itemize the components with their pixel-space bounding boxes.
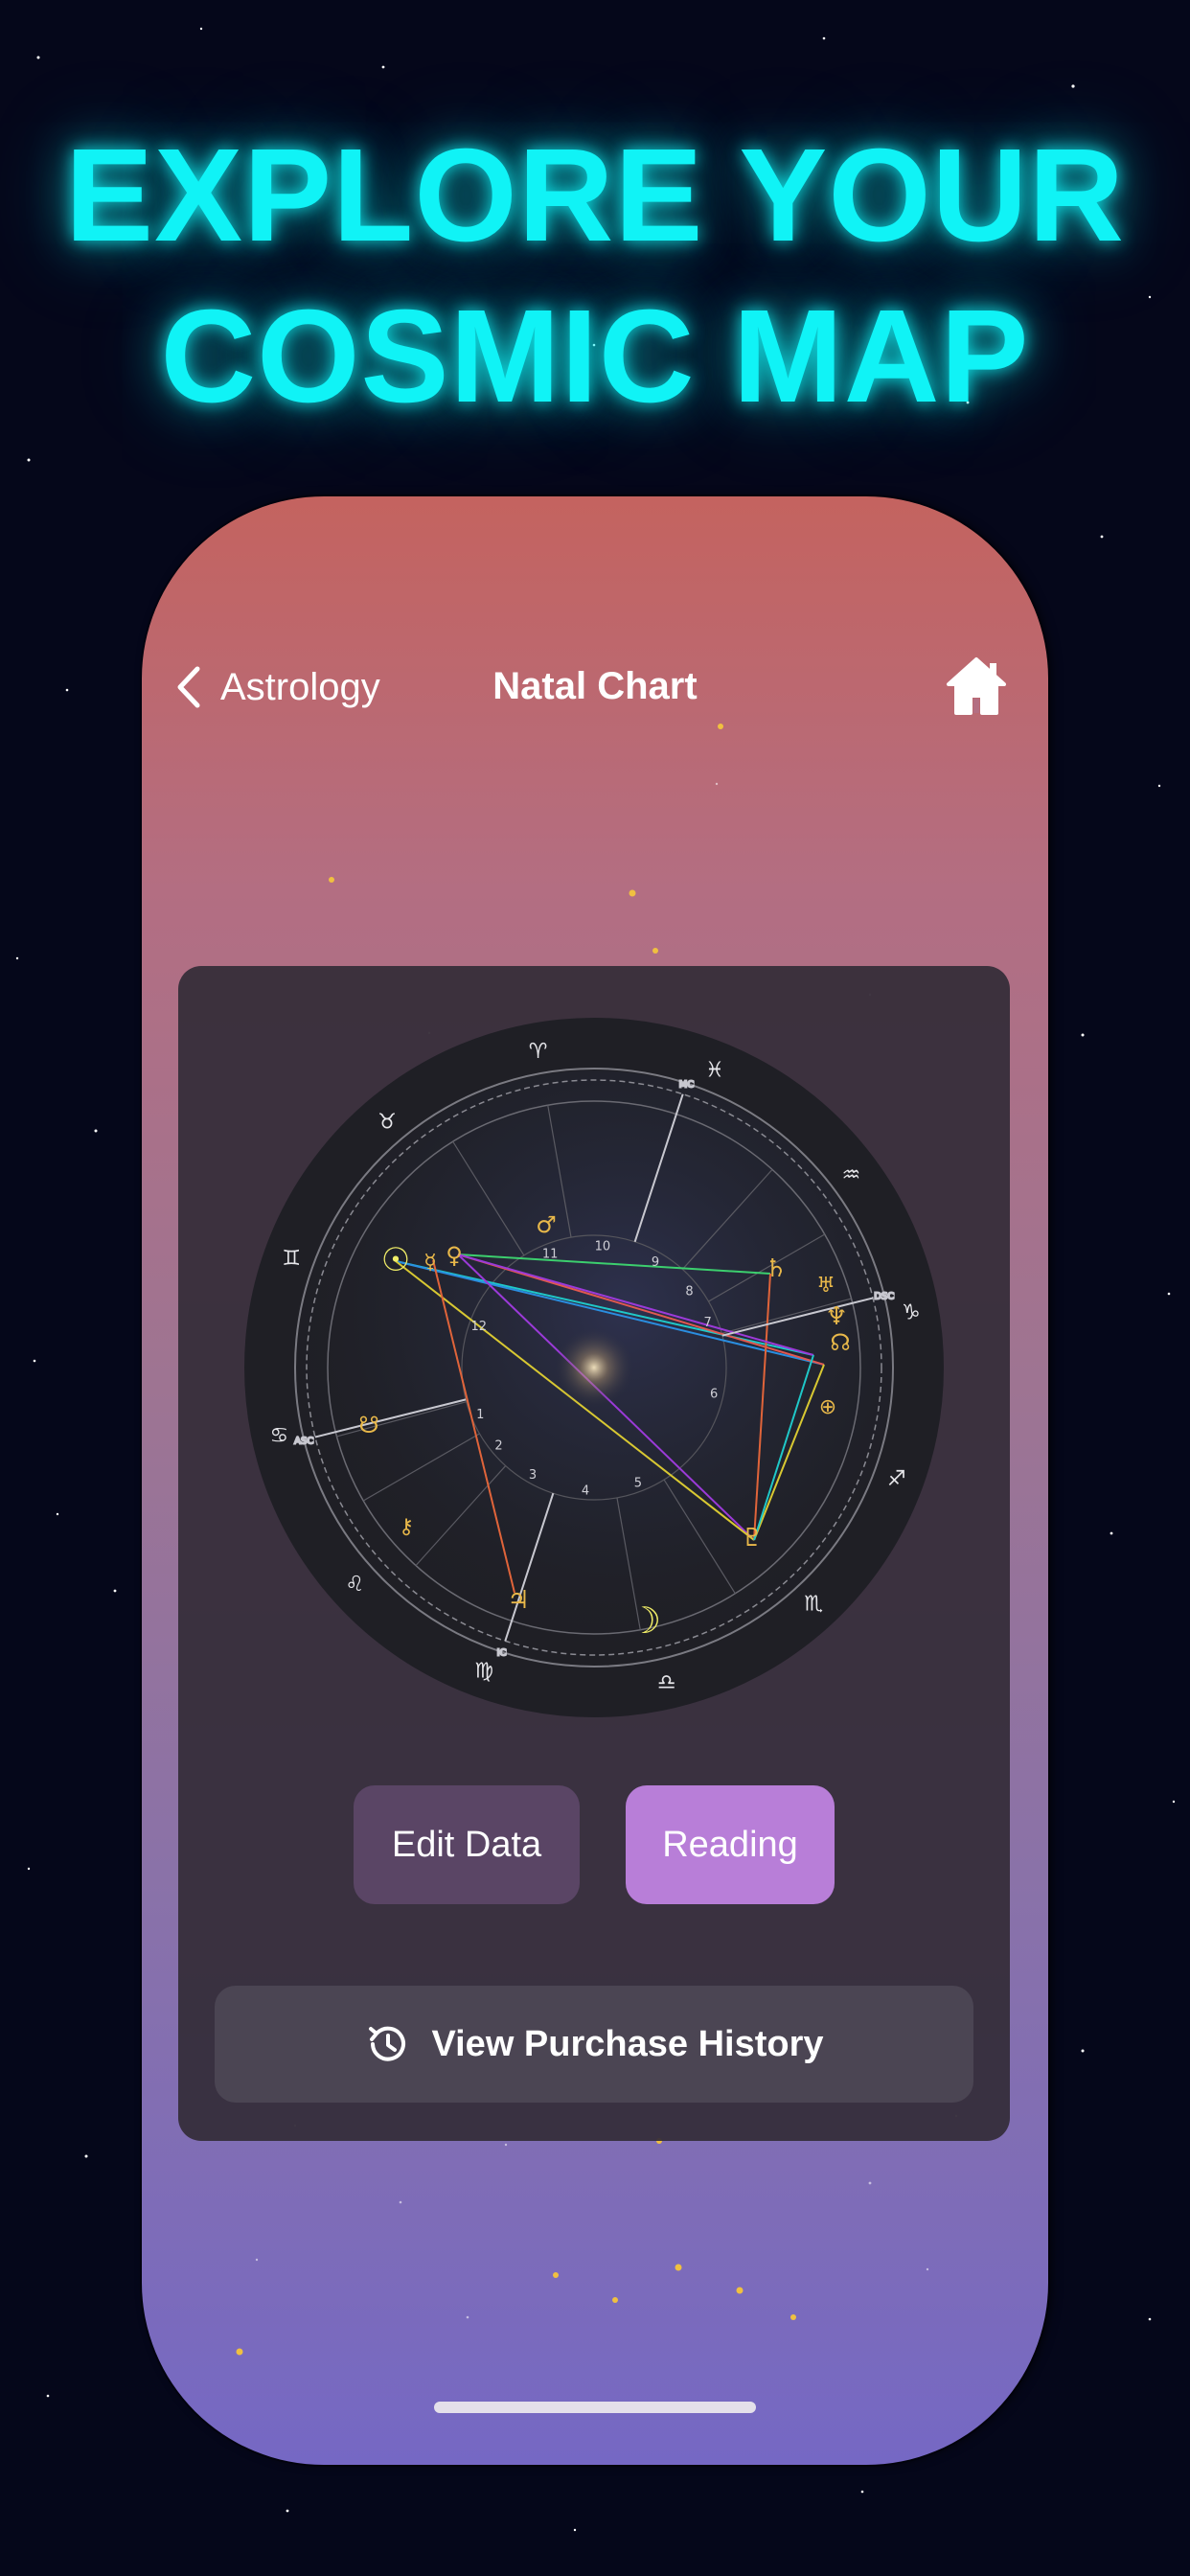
planet-pluto-glyph: ♇	[741, 1524, 763, 1552]
zodiac-sign-glyph: ♑	[902, 1301, 921, 1325]
zodiac-sign-glyph: ♓	[705, 1058, 724, 1082]
house-number: 7	[704, 1316, 712, 1330]
house-number: 8	[685, 1284, 693, 1299]
house-number: 5	[634, 1476, 642, 1490]
home-icon[interactable]	[945, 656, 1008, 717]
home-indicator	[434, 2402, 756, 2413]
chart-card: ASC DSC MC IC ♈ ♉ ♊ ♋ ♌ ♍ ♎ ♏ ♐ ♑ ♒ ♓ 1 2 3 4 5 6 7 8 9 10 11 12 …	[178, 966, 1010, 2141]
planet-mars-glyph: ♂	[536, 1211, 557, 1238]
house-number: 10	[595, 1239, 611, 1254]
zodiac-sign-glyph: ♍	[474, 1660, 493, 1684]
angle-label-dsc: DSC	[874, 1292, 894, 1302]
house-number: 3	[529, 1468, 537, 1483]
planet-fortune-glyph: ⊕	[819, 1395, 836, 1419]
planet-chiron-glyph: ⚷	[399, 1515, 414, 1539]
edit-data-button[interactable]: Edit Data	[354, 1785, 580, 1904]
phone-frame: Astrology Natal Chart ASC DSC MC IC ♈ ♉ …	[142, 496, 1048, 2465]
house-number: 6	[710, 1388, 718, 1402]
reading-button[interactable]: Reading	[626, 1785, 835, 1904]
planet-moon-glyph: ☽	[629, 1599, 661, 1642]
angle-label-ic: IC	[497, 1648, 507, 1659]
planet-uranus-glyph: ♅	[816, 1274, 835, 1298]
planet-neptune-glyph: ♆	[825, 1302, 847, 1331]
history-icon	[369, 2026, 406, 2061]
house-number: 1	[476, 1408, 484, 1422]
headline-line-1: EXPLORE YOUR	[64, 122, 1126, 269]
headline: EXPLORE YOUR COSMIC MAP	[0, 115, 1190, 437]
zodiac-sign-glyph: ♊	[282, 1247, 301, 1271]
planet-jupiter-glyph: ♃	[507, 1586, 529, 1615]
zodiac-sign-glyph: ♎	[657, 1670, 676, 1694]
nav-bar: Astrology Natal Chart	[142, 640, 1048, 736]
zodiac-sign-glyph: ♒	[841, 1163, 860, 1187]
planet-mercury-glyph: ☿	[423, 1251, 437, 1275]
planet-venus-glyph: ♀	[446, 1242, 463, 1269]
house-number: 11	[542, 1248, 559, 1262]
house-number: 2	[494, 1439, 502, 1454]
planet-node-glyph: ☊	[830, 1329, 850, 1356]
planet-sun-glyph: ☉	[381, 1241, 410, 1279]
planet-south-node-glyph: ☋	[358, 1412, 378, 1438]
zodiac-sign-glyph: ♋	[269, 1424, 288, 1448]
angle-label-asc: ASC	[294, 1436, 313, 1446]
planet-saturn-glyph: ♄	[765, 1254, 787, 1283]
angle-label-mc: MC	[679, 1079, 695, 1090]
zodiac-sign-glyph: ♐	[887, 1467, 906, 1491]
page-title: Natal Chart	[492, 665, 698, 707]
headline-line-2: COSMIC MAP	[160, 283, 1030, 430]
view-purchase-history-button[interactable]: View Purchase History	[215, 1986, 973, 2103]
zodiac-sign-glyph: ♈	[529, 1040, 548, 1064]
house-number: 4	[582, 1484, 589, 1499]
zodiac-sign-glyph: ♉	[378, 1111, 397, 1135]
natal-chart-wheel: ASCDSCMCIC ♈♉♊♋♌♍ ♎♏♐♑♒♓ 123456789101112 …	[244, 1018, 944, 1717]
zodiac-sign-glyph: ♏	[804, 1593, 823, 1617]
house-number: 9	[652, 1255, 659, 1270]
zodiac-sign-glyph: ♌	[345, 1573, 364, 1597]
purchase-history-label: View Purchase History	[431, 2023, 824, 2064]
house-number: 12	[470, 1320, 487, 1334]
